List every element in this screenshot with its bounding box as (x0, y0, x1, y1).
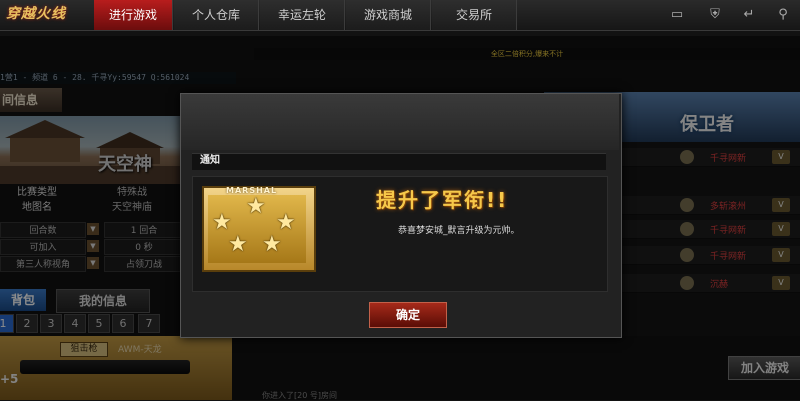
settings-icon[interactable]: ⚲ (774, 6, 792, 24)
star-icon: ★ (228, 232, 248, 257)
dialog-titlebar (192, 153, 606, 170)
tab-trading-house[interactable]: 交易所 (432, 0, 517, 30)
promotion-headline: 提升了军衔!! (376, 188, 509, 212)
star-icon: ★ (276, 210, 296, 235)
promotion-message: 恭喜梦安城_默言升级为元帅。 (398, 226, 520, 236)
tab-lucky-revolver[interactable]: 幸运左轮 (260, 0, 345, 30)
tab-personal-inventory[interactable]: 个人仓库 (174, 0, 259, 30)
tv-icon[interactable]: ▭ (668, 6, 686, 24)
star-icon: ★ (262, 232, 282, 257)
game-logo: 穿越火线 (6, 6, 66, 22)
star-icon: ★ (246, 194, 266, 219)
tab-play-game[interactable]: 进行游戏 (94, 0, 173, 30)
confirm-button[interactable]: 确定 (369, 302, 447, 328)
star-icon: ★ (212, 210, 232, 235)
dialog-title: 通知 (200, 155, 220, 166)
tab-game-store[interactable]: 游戏商城 (346, 0, 431, 30)
back-icon[interactable]: ↵ (740, 6, 758, 24)
shield-icon[interactable]: ⛨ (706, 6, 724, 24)
dialog-header-art (181, 94, 619, 150)
